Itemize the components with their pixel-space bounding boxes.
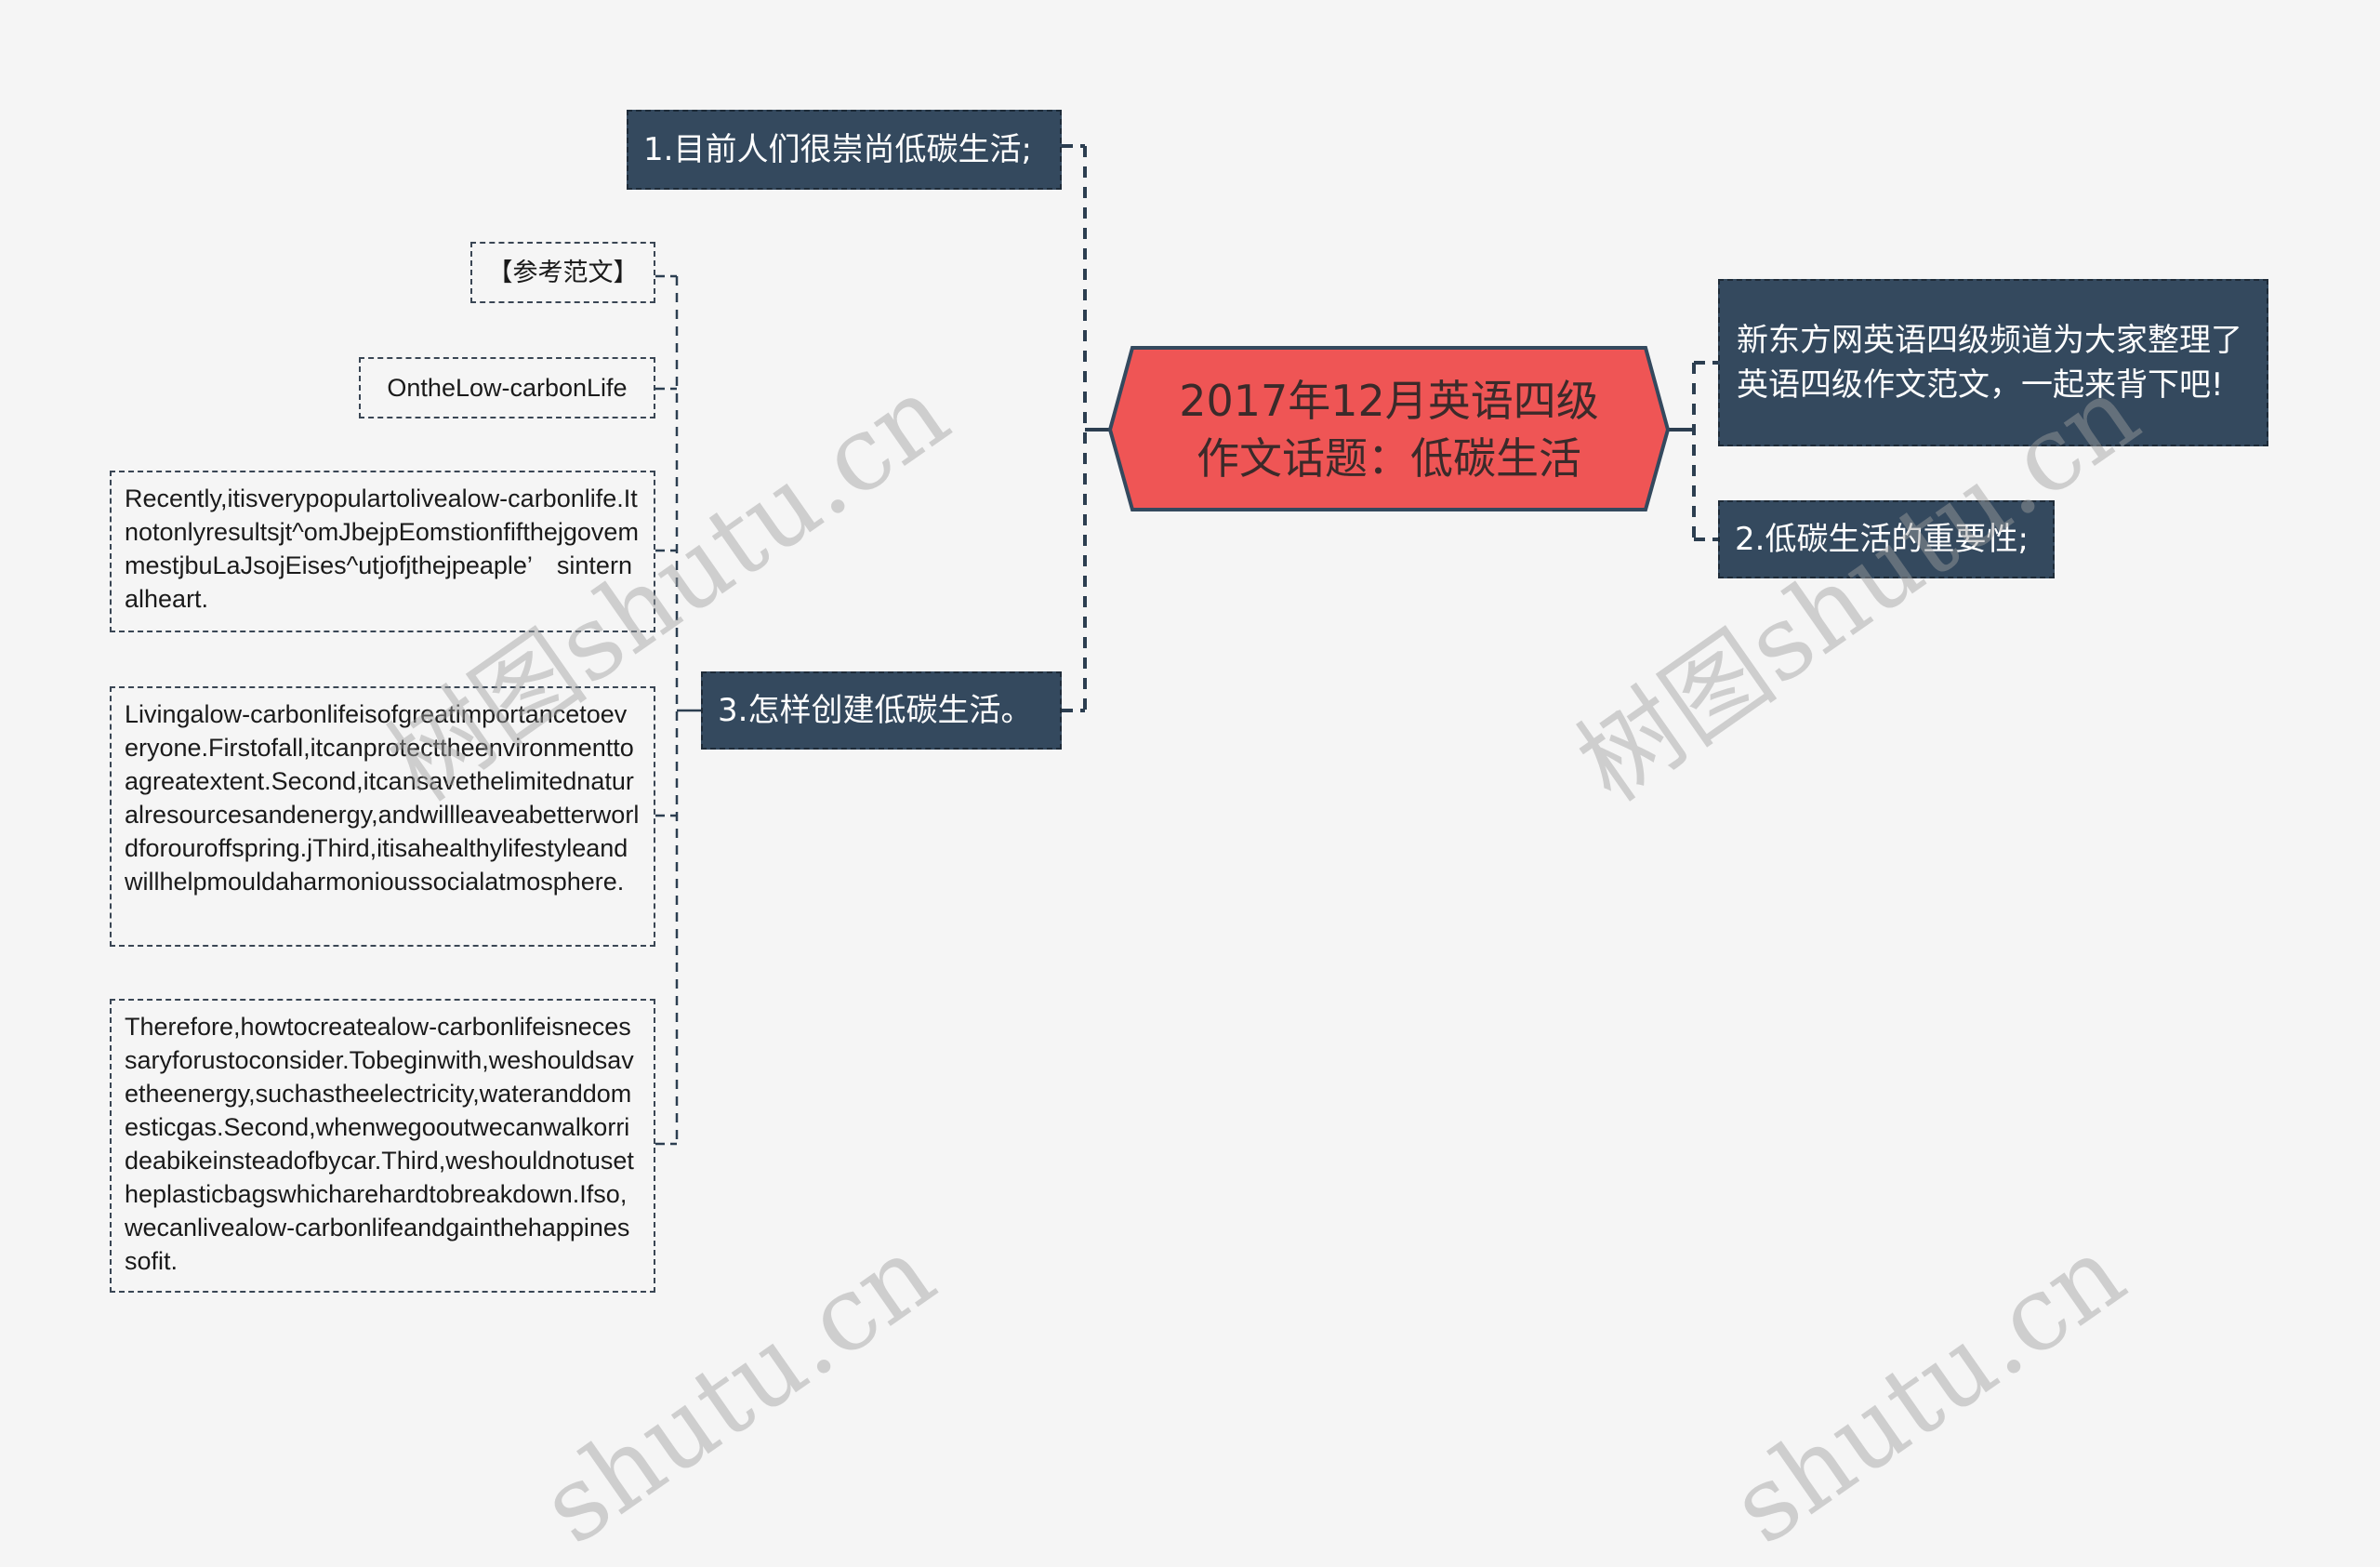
child-paragraph-1-text: Recently,itisverypopulartolivealow-carbo… [125, 485, 639, 613]
watermark: shutu.cn [1711, 1213, 2146, 1567]
left-branch-3-label: 3.怎样创建低碳生活。 [718, 692, 1033, 729]
right-branch-2[interactable]: 2.低碳生活的重要性; [1718, 500, 2055, 578]
right-branch-2-label: 2.低碳生活的重要性; [1735, 521, 2029, 558]
root-title: 2017年12月英语四级作文话题：低碳生活 [1179, 376, 1599, 484]
child-essay-title[interactable]: OntheLow-carbonLife [359, 357, 655, 418]
child-paragraph-3-text: Therefore,howtocreatealow-carbonlifeisne… [125, 1013, 634, 1275]
child-paragraph-1[interactable]: Recently,itisverypopulartolivealow-carbo… [110, 471, 655, 632]
child-reference-heading[interactable]: 【参考范文】 [470, 242, 655, 303]
right-branch-intro-label: 新东方网英语四级频道为大家整理了英语四级作文范文，一起来背下吧! [1737, 322, 2242, 404]
left-branch-3[interactable]: 3.怎样创建低碳生活。 [701, 671, 1062, 750]
child-reference-heading-label: 【参考范文】 [487, 259, 639, 286]
child-paragraph-2-text: Livingalow-carbonlifeisofgreatimportance… [125, 700, 640, 896]
child-essay-title-label: OntheLow-carbonLife [387, 374, 628, 402]
right-branch-intro[interactable]: 新东方网英语四级频道为大家整理了英语四级作文范文，一起来背下吧! [1718, 279, 2268, 446]
child-paragraph-2[interactable]: Livingalow-carbonlifeisofgreatimportance… [110, 686, 655, 947]
child-paragraph-3[interactable]: Therefore,howtocreatealow-carbonlifeisne… [110, 999, 655, 1293]
left-branch-1-label: 1.目前人们很崇尚低碳生活; [643, 131, 1032, 168]
left-branch-1[interactable]: 1.目前人们很崇尚低碳生活; [627, 110, 1062, 190]
root-node[interactable]: 2017年12月英语四级作文话题：低碳生活 [1110, 346, 1668, 513]
